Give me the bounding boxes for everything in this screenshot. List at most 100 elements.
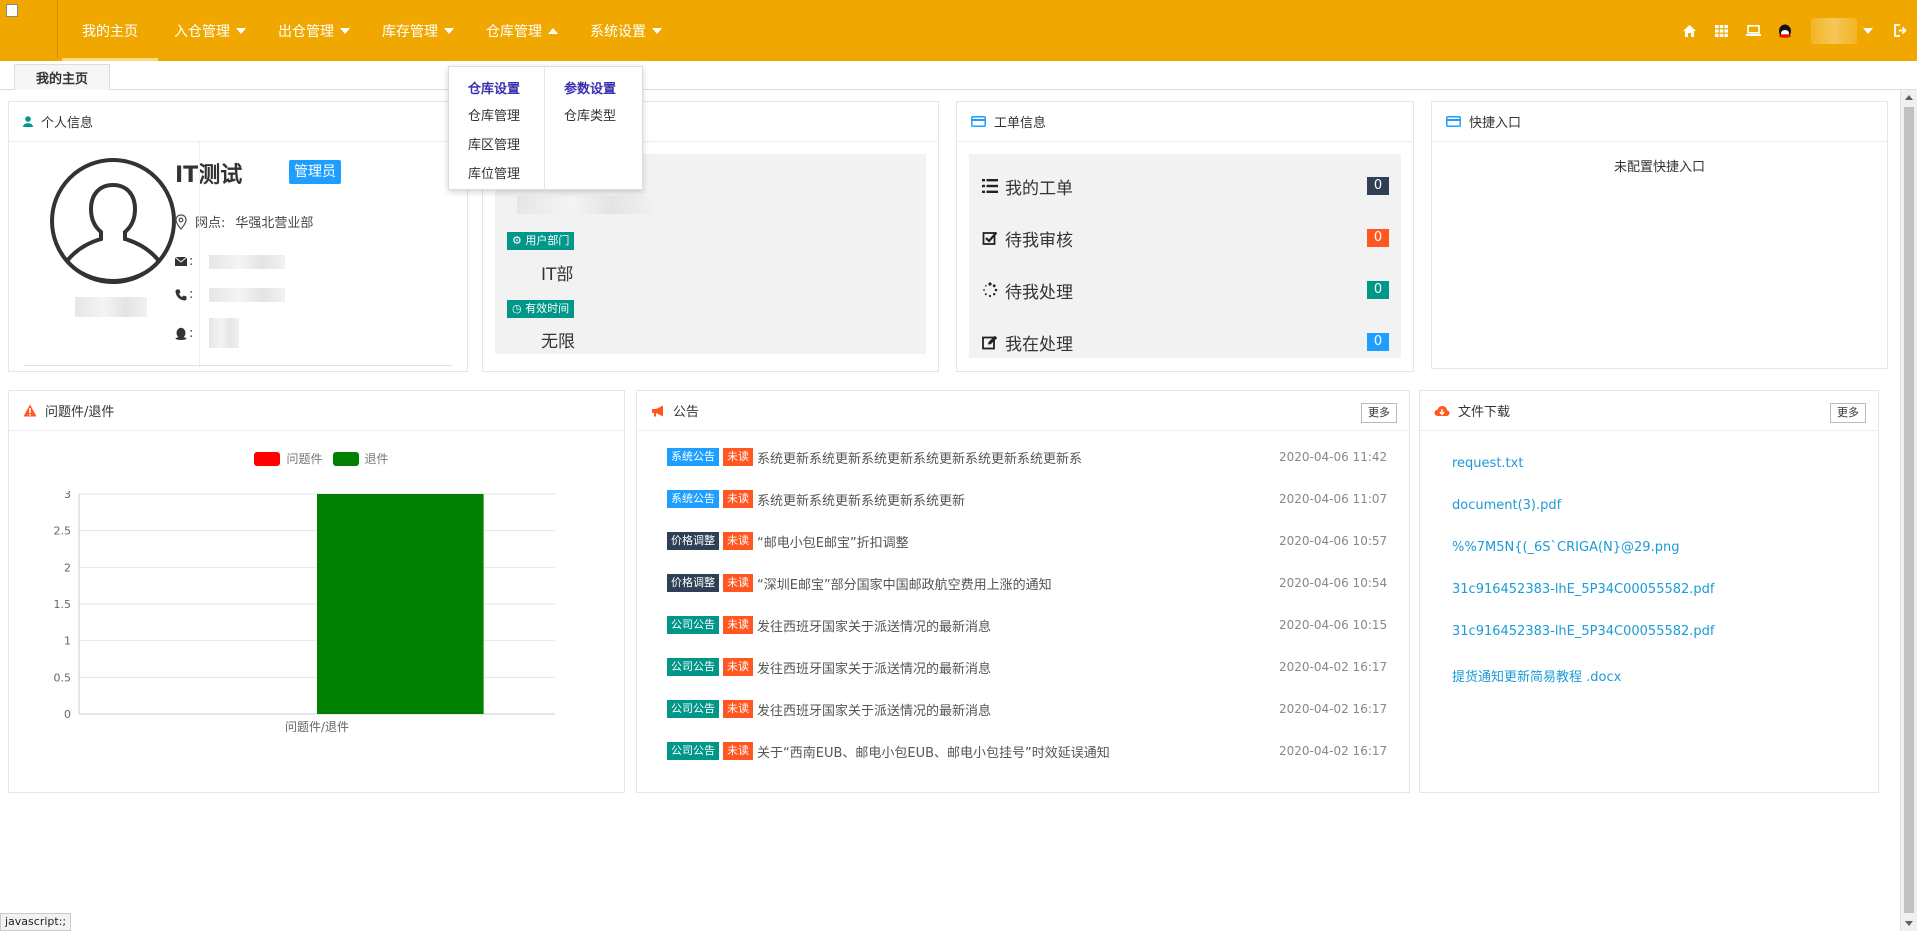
- vertical-scrollbar[interactable]: [1900, 90, 1917, 931]
- notice-row[interactable]: 系统公告 未读 系统更新系统更新系统更新系统更新系统更新系统更新系 2020-04-0…: [667, 447, 1387, 467]
- legend-swatch-issue[interactable]: [254, 451, 281, 466]
- nav-inbound[interactable]: 入仓管理: [158, 0, 262, 61]
- ticket-row-review[interactable]: 待我审核 0: [981, 226, 1389, 251]
- file-link[interactable]: document(3).pdf: [1452, 498, 1561, 513]
- scroll-down-icon[interactable]: [1905, 921, 1913, 926]
- nav-inbound-label: 入仓管理: [174, 23, 230, 40]
- nav-warehouse[interactable]: 仓库管理: [470, 0, 574, 61]
- location-icon: [175, 213, 187, 230]
- file-more-button[interactable]: 更多: [1830, 403, 1866, 423]
- notice-row[interactable]: 公司公告 未读 关于“西南EUB、邮电小包EUB、邮电小包挂号”时效延误通知 2020…: [667, 741, 1387, 761]
- notice-more-button[interactable]: 更多: [1361, 403, 1397, 423]
- bullhorn-icon: [652, 405, 663, 416]
- menu-item-location-manage[interactable]: 库位管理: [468, 163, 520, 182]
- file-link[interactable]: 31c916452383-lhE_5P34C00055582.pdf: [1452, 582, 1715, 597]
- file-download-title: 文件下载: [1458, 405, 1511, 420]
- warning-icon: [23, 404, 37, 417]
- notice-item-title[interactable]: 系统更新系统更新系统更新系统更新系统更新系统更新系: [757, 448, 1279, 467]
- notice-header: 公告 更多: [637, 391, 1409, 431]
- dropdown-heading-params[interactable]: 参数设置: [564, 78, 616, 97]
- notice-item-title[interactable]: 系统更新系统更新系统更新系统更新: [757, 490, 1279, 509]
- dropdown-col-warehouse-settings: 仓库设置 仓库管理 库区管理 库位管理: [449, 67, 545, 191]
- notice-item-title[interactable]: 发往西班牙国家关于派送情况的最新消息: [757, 658, 1279, 677]
- envelope-icon: [175, 257, 187, 266]
- file-link[interactable]: 提货通知更新简易教程 .docx: [1452, 666, 1621, 685]
- notice-category-tag: 价格调整: [667, 532, 719, 550]
- chevron-down-icon: [444, 27, 454, 34]
- notice-item-title[interactable]: “深圳E邮宝”部分国家中国邮政航空费用上涨的通知: [757, 574, 1279, 593]
- logo[interactable]: [0, 0, 58, 58]
- personal-bottom-line: [24, 365, 452, 366]
- qq-value-redacted: [209, 318, 240, 348]
- legend-label-return: 退件: [364, 452, 389, 466]
- file-link[interactable]: request.txt: [1452, 456, 1523, 471]
- site-line: 网点: 华强北营业部: [175, 212, 313, 231]
- notice-item-time: 2020-04-06 10:57: [1279, 534, 1388, 548]
- ticket-pending-count: 0: [1367, 281, 1389, 299]
- notice-row[interactable]: 系统公告 未读 系统更新系统更新系统更新系统更新 2020-04-06 11:07: [667, 489, 1387, 509]
- nav-system[interactable]: 系统设置: [574, 0, 678, 61]
- legend-label-issue: 问题件: [286, 452, 323, 466]
- notice-row[interactable]: 价格调整 未读 “深圳E邮宝”部分国家中国邮政航空费用上涨的通知 2020-04-06…: [667, 573, 1387, 593]
- home-icon[interactable]: [1673, 0, 1705, 61]
- phone-icon: [175, 289, 187, 300]
- laptop-icon[interactable]: [1737, 0, 1769, 61]
- notice-row[interactable]: 公司公告 未读 发往西班牙国家关于派送情况的最新消息 2020-04-02 16:17: [667, 657, 1387, 677]
- broken-image-icon: [6, 4, 18, 17]
- dropdown-heading-warehouse-settings[interactable]: 仓库设置: [468, 78, 520, 97]
- menu-item-warehouse-manage[interactable]: 仓库管理: [468, 105, 520, 124]
- notice-item-title[interactable]: 关于“西南EUB、邮电小包EUB、邮电小包挂号”时效延误通知: [757, 742, 1279, 761]
- nav-inventory[interactable]: 库存管理: [366, 0, 470, 61]
- legend-swatch-return[interactable]: [332, 451, 359, 466]
- scroll-thumb[interactable]: [1904, 107, 1914, 913]
- phone-label: :: [189, 287, 194, 302]
- menu-item-warehouse-type[interactable]: 仓库类型: [564, 105, 616, 124]
- notice-item-title[interactable]: 发往西班牙国家关于派送情况的最新消息: [757, 616, 1279, 635]
- scroll-up-icon[interactable]: [1905, 95, 1913, 100]
- ticket-processing-label: 我在处理: [1005, 334, 1073, 355]
- notice-row[interactable]: 价格调整 未读 “邮电小包E邮宝”折扣调整 2020-04-06 10:57: [667, 531, 1388, 551]
- warehouse-dropdown-menu: 仓库设置 仓库管理 库区管理 库位管理 参数设置 仓库类型: [448, 66, 643, 191]
- notice-category-tag: 系统公告: [667, 448, 719, 466]
- top-navbar: 我的主页 入仓管理 出仓管理 库存管理 仓库管理 系统设置: [0, 0, 1917, 61]
- dept-label: 用户部门: [525, 234, 570, 247]
- ticket-row-processing[interactable]: 我在处理 0: [981, 330, 1389, 355]
- nav-outbound-label: 出仓管理: [278, 23, 334, 40]
- notice-row[interactable]: 公司公告 未读 发往西班牙国家关于派送情况的最新消息 2020-04-02 16:17: [667, 699, 1387, 719]
- notice-category-tag: 公司公告: [667, 742, 719, 760]
- credit-card-icon: [1446, 116, 1461, 127]
- username-redacted: [75, 297, 147, 317]
- qq-icon[interactable]: [1769, 0, 1801, 61]
- notice-item-title[interactable]: 发往西班牙国家关于派送情况的最新消息: [757, 700, 1279, 719]
- unread-badge: 未读: [723, 658, 753, 676]
- valid-label-tag: ◷ 有效时间: [507, 300, 575, 318]
- unread-badge: 未读: [723, 574, 753, 592]
- ticket-row-pending[interactable]: 待我处理 0: [981, 278, 1389, 303]
- phone-value-redacted: [209, 287, 286, 302]
- menu-item-zone-manage[interactable]: 库区管理: [468, 134, 520, 153]
- logout-icon[interactable]: [1885, 0, 1917, 61]
- notice-item-title[interactable]: “邮电小包E邮宝”折扣调整: [757, 532, 1279, 551]
- notice-row[interactable]: 公司公告 未读 发往西班牙国家关于派送情况的最新消息 2020-04-06 10:15: [667, 615, 1387, 635]
- notice-title: 公告: [673, 405, 700, 420]
- unread-badge: 未读: [723, 448, 753, 466]
- unread-badge: 未读: [723, 532, 753, 550]
- ticket-pending-label: 待我处理: [1005, 282, 1073, 303]
- tab-home[interactable]: 我的主页: [14, 64, 110, 90]
- chevron-down-icon[interactable]: [1863, 27, 1873, 34]
- quick-entry-title: 快捷入口: [1469, 116, 1522, 131]
- grid-icon[interactable]: [1705, 0, 1737, 61]
- dept-top-redacted: [517, 196, 653, 214]
- nav-outbound[interactable]: 出仓管理: [262, 0, 366, 61]
- dept-value: IT部: [541, 265, 574, 285]
- nav-home[interactable]: 我的主页: [62, 0, 158, 61]
- file-link[interactable]: 31c916452383-lhE_5P34C00055582.pdf: [1452, 624, 1715, 639]
- notice-category-tag: 公司公告: [667, 616, 719, 634]
- top-icon-bar: [1673, 0, 1917, 61]
- user-avatar-menu[interactable]: [1811, 17, 1857, 44]
- ticket-card: 我的工单 0 待我审核 0 待我处理 0 我在处理 0: [969, 154, 1401, 358]
- ticket-row-mine[interactable]: 我的工单 0: [981, 174, 1389, 199]
- y-tick-label: 0.5: [54, 671, 72, 684]
- spinner-icon: [983, 282, 998, 298]
- file-link[interactable]: %%7M5N{(_6S`CRIGA(N}@29.png: [1452, 540, 1679, 555]
